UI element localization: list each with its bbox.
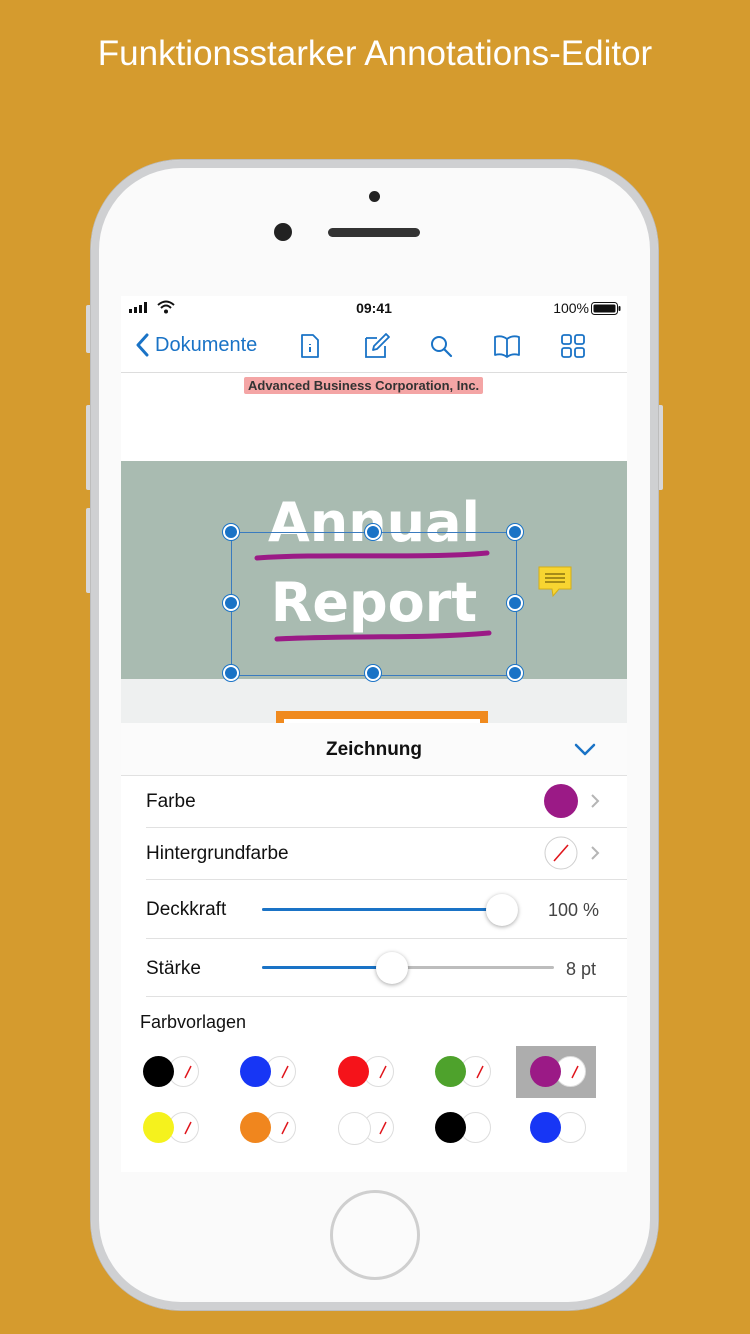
navigation-bar: Dokumente — [121, 320, 627, 373]
front-camera — [274, 223, 292, 241]
earpiece-speaker — [328, 228, 420, 237]
thickness-slider-fill — [262, 966, 392, 969]
inspector-header: Zeichnung — [121, 723, 627, 776]
color-swatch — [544, 784, 578, 818]
proximity-sensor — [369, 191, 380, 202]
screen: 09:41 100% Dokumente Advanced Business C… — [121, 296, 627, 1172]
opacity-slider[interactable] — [262, 894, 518, 926]
back-button-label: Dokumente — [155, 333, 258, 356]
headline: Funktionsstarker Annotations-Editor — [97, 34, 653, 73]
color-preset[interactable] — [129, 1046, 209, 1098]
preset-color-swatch — [240, 1056, 271, 1087]
inspector-title: Zeichnung — [325, 739, 423, 760]
preset-color-swatch — [338, 1112, 371, 1145]
color-preset[interactable] — [516, 1102, 596, 1154]
opacity-value: 100 % — [548, 900, 600, 920]
color-preset[interactable] — [421, 1102, 501, 1154]
status-bar: 09:41 100% — [121, 296, 627, 320]
preset-color-swatch — [143, 1112, 174, 1143]
search-icon[interactable] — [427, 332, 455, 360]
background-color-label: Hintergrundfarbe — [146, 843, 289, 864]
resize-handle-bottom-right[interactable] — [507, 665, 523, 681]
opacity-label: Deckkraft — [146, 899, 227, 920]
thickness-label: Stärke — [146, 958, 201, 979]
color-preset[interactable] — [324, 1102, 404, 1154]
status-time: 09:41 — [356, 300, 392, 316]
preset-color-swatch — [435, 1056, 466, 1087]
annotation-inspector: Zeichnung Farbe Hintergrundfarbe Deckkra… — [121, 723, 627, 1172]
selection-box — [231, 532, 517, 676]
resize-handle-top-right[interactable] — [507, 524, 523, 540]
color-preset[interactable] — [226, 1046, 306, 1098]
preset-color-swatch — [530, 1056, 561, 1087]
color-preset[interactable] — [421, 1046, 501, 1098]
back-button[interactable]: Dokumente — [135, 330, 257, 360]
color-label: Farbe — [146, 791, 196, 812]
chevron-down-icon[interactable] — [573, 737, 597, 761]
presets-label: Farbvorlagen — [140, 1012, 247, 1032]
note-icon[interactable] — [538, 565, 572, 599]
thickness-value: 8 pt — [566, 959, 597, 979]
thickness-slider-thumb[interactable] — [376, 952, 408, 984]
preset-color-swatch — [530, 1112, 561, 1143]
resize-handle-bottom-left[interactable] — [223, 665, 239, 681]
opacity-slider-fill — [262, 908, 502, 911]
annotate-icon[interactable] — [362, 332, 390, 360]
preset-color-swatch — [338, 1056, 369, 1087]
opacity-slider-thumb[interactable] — [486, 894, 518, 926]
background-color-row[interactable]: Hintergrundfarbe — [146, 828, 627, 880]
preset-color-swatch — [143, 1056, 174, 1087]
resize-handle-right[interactable] — [507, 595, 523, 611]
chevron-right-icon — [591, 794, 600, 808]
resize-handle-top[interactable] — [365, 524, 381, 540]
opacity-row: Deckkraft 100 % — [146, 880, 627, 939]
battery-icon — [591, 302, 621, 315]
preset-color-swatch — [435, 1112, 466, 1143]
color-preset[interactable] — [226, 1102, 306, 1154]
grid-icon[interactable] — [559, 332, 587, 360]
home-button[interactable] — [330, 1190, 420, 1280]
chevron-right-icon — [591, 846, 600, 860]
color-preset[interactable] — [129, 1102, 209, 1154]
resize-handle-top-left[interactable] — [223, 524, 239, 540]
color-row[interactable]: Farbe — [146, 776, 627, 828]
thickness-slider[interactable] — [262, 952, 554, 984]
book-icon[interactable] — [493, 332, 521, 360]
no-color-swatch-icon — [544, 836, 578, 870]
document-page[interactable]: Advanced Business Corporation, Inc. Annu… — [121, 373, 627, 733]
thickness-row: Stärke 8 pt — [146, 939, 627, 997]
resize-handle-bottom[interactable] — [365, 665, 381, 681]
battery-percentage: 100% — [553, 300, 589, 316]
preset-color-swatch — [240, 1112, 271, 1143]
chevron-left-icon — [136, 333, 149, 357]
document-info-icon[interactable] — [296, 332, 324, 360]
color-preset[interactable] — [324, 1046, 404, 1098]
color-preset[interactable] — [516, 1046, 596, 1098]
resize-handle-left[interactable] — [223, 595, 239, 611]
